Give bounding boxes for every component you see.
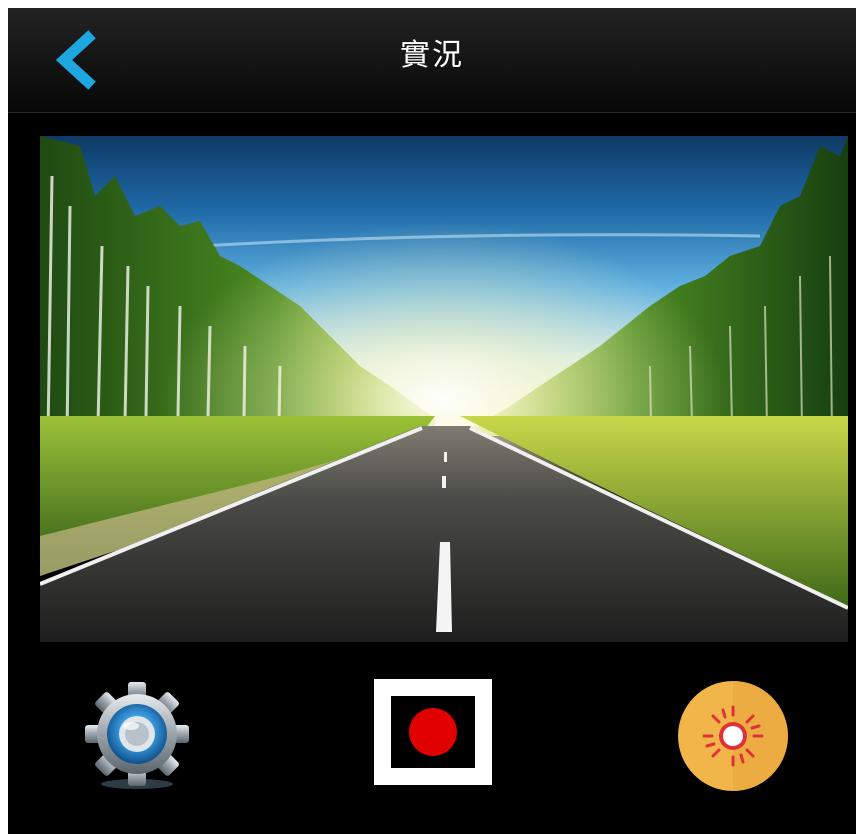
settings-button[interactable] bbox=[82, 680, 192, 792]
record-icon bbox=[409, 708, 457, 756]
page-title: 實況 bbox=[400, 38, 464, 73]
record-icon-frame bbox=[391, 696, 475, 768]
live-video-view bbox=[40, 136, 848, 642]
app-screen: 實況 bbox=[8, 8, 856, 834]
top-bar: 實況 bbox=[8, 8, 856, 113]
record-button[interactable] bbox=[374, 679, 492, 785]
control-bar bbox=[8, 668, 856, 798]
brightness-button[interactable] bbox=[678, 681, 788, 791]
sun-icon bbox=[678, 681, 788, 791]
camera-preview-image bbox=[40, 136, 848, 642]
gear-icon bbox=[85, 682, 189, 789]
